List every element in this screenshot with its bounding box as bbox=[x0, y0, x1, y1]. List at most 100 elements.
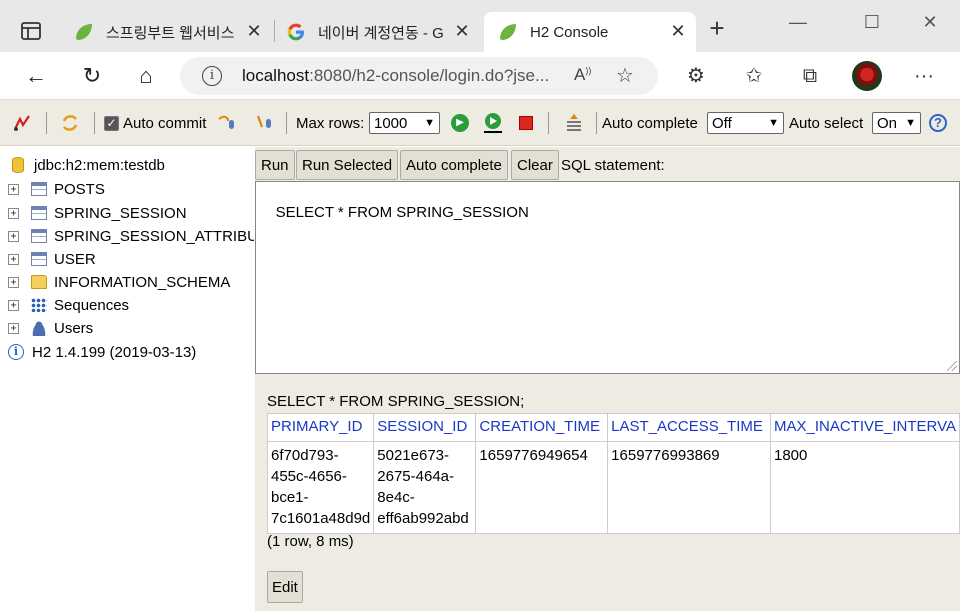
column-header[interactable]: SESSION_ID bbox=[373, 413, 477, 442]
refresh-button[interactable]: ↻ bbox=[76, 60, 108, 92]
table-icon bbox=[31, 182, 47, 196]
history-button[interactable] bbox=[564, 112, 584, 134]
info-icon: i bbox=[8, 344, 24, 360]
tree-item-spring-session-attributes[interactable]: + SPRING_SESSION_ATTRIBU bbox=[8, 226, 254, 246]
folder-icon bbox=[31, 275, 47, 289]
users-icon bbox=[31, 320, 47, 336]
max-rows-select[interactable]: 1000 ▼ bbox=[369, 112, 440, 134]
table-cell: 1659776949654 bbox=[475, 441, 609, 534]
tree-item-user[interactable]: + USER bbox=[8, 249, 96, 269]
column-header[interactable]: MAX_INACTIVE_INTERVA bbox=[769, 413, 960, 442]
max-rows-label: Max rows: bbox=[296, 114, 365, 132]
checkbox-checked-icon: ✓ bbox=[104, 115, 119, 131]
run-selected-icon bbox=[484, 113, 502, 133]
auto-complete-select[interactable]: Off ▼ bbox=[707, 112, 784, 134]
disconnect-icon bbox=[14, 115, 30, 131]
tab-naver-login[interactable]: 네이버 계정연동 - G ✕ bbox=[276, 12, 480, 52]
expand-icon[interactable]: + bbox=[8, 207, 19, 219]
expand-icon[interactable]: + bbox=[8, 183, 19, 195]
run-selected-query-button[interactable]: Run Selected bbox=[296, 150, 399, 180]
schema-tree: jdbc:h2:mem:testdb + POSTS + SPRING_SESS… bbox=[0, 147, 254, 611]
home-button[interactable]: ⌂ bbox=[130, 60, 162, 92]
expand-icon[interactable]: + bbox=[8, 230, 19, 242]
tree-item-sequences[interactable]: + Sequences bbox=[8, 295, 129, 315]
stop-button[interactable] bbox=[519, 112, 533, 134]
auto-select-select[interactable]: On ▼ bbox=[872, 112, 921, 134]
table-cell: 1659776993869 bbox=[607, 441, 771, 534]
commit-button[interactable] bbox=[254, 112, 276, 134]
close-tab-icon[interactable]: ✕ bbox=[244, 22, 264, 42]
url-field[interactable]: i localhost:8080/h2-console/login.do?jse… bbox=[180, 57, 658, 95]
table-row: 6f70d793- 455c-4656- bce1- 7c1601a48d9d … bbox=[266, 441, 960, 534]
auto-complete-button[interactable]: Auto complete bbox=[400, 150, 508, 180]
table-icon bbox=[31, 206, 47, 220]
tab-actions-button[interactable] bbox=[10, 14, 54, 50]
result-table: PRIMARY_ID SESSION_ID CREATION_TIME LAST… bbox=[266, 413, 960, 534]
new-tab-button[interactable]: + bbox=[704, 15, 730, 42]
table-cell: 5021e673- 2675-464a- 8e4c- eff6ab992abd bbox=[373, 441, 477, 534]
result-status: (1 row, 8 ms) bbox=[267, 533, 354, 550]
expand-icon[interactable]: + bbox=[8, 322, 19, 334]
help-icon: ? bbox=[929, 114, 947, 132]
expand-icon[interactable]: + bbox=[8, 276, 19, 288]
browser-tab-strip: 스프링부트 웹서비스 ✕ 네이버 계정연동 - G ✕ H2 Console ✕… bbox=[0, 0, 960, 52]
run-selected-button[interactable] bbox=[482, 112, 504, 134]
back-button[interactable]: ← bbox=[20, 60, 52, 92]
sequences-icon bbox=[31, 298, 47, 312]
column-header[interactable]: LAST_ACCESS_TIME bbox=[607, 413, 771, 442]
spring-leaf-icon bbox=[500, 24, 516, 40]
help-button[interactable]: ? bbox=[929, 112, 947, 134]
disconnect-button[interactable] bbox=[12, 112, 32, 134]
history-icon bbox=[567, 114, 581, 131]
favorites-icon[interactable]: ✩ bbox=[740, 62, 768, 90]
expand-icon[interactable]: + bbox=[8, 253, 19, 265]
close-tab-icon[interactable]: ✕ bbox=[668, 22, 688, 42]
close-window-button[interactable]: ✕ bbox=[910, 12, 950, 40]
clear-button[interactable]: Clear bbox=[511, 150, 559, 180]
maximize-button[interactable]: ☐ bbox=[852, 12, 892, 40]
close-tab-icon[interactable]: ✕ bbox=[452, 22, 472, 42]
column-header[interactable]: CREATION_TIME bbox=[475, 413, 609, 442]
address-bar-row: ← ↻ ⌂ i localhost:8080/h2-console/login.… bbox=[0, 52, 960, 100]
extensions-icon[interactable]: ⚙ bbox=[682, 62, 710, 90]
edit-button[interactable]: Edit bbox=[267, 571, 303, 603]
tree-item-information-schema[interactable]: + INFORMATION_SCHEMA bbox=[8, 272, 230, 292]
run-query-button[interactable]: Run bbox=[255, 150, 295, 180]
tab-h2-console[interactable]: H2 Console ✕ bbox=[484, 12, 696, 52]
read-aloud-icon[interactable]: A)) bbox=[574, 65, 591, 85]
site-info-icon[interactable]: i bbox=[202, 66, 222, 86]
table-cell: 1800 bbox=[769, 441, 960, 534]
sql-statement-label: SQL statement: bbox=[561, 157, 665, 174]
rollback-button[interactable] bbox=[216, 112, 238, 134]
rollback-icon bbox=[218, 115, 234, 129]
query-panel: Run Run Selected Auto complete Clear SQL… bbox=[255, 147, 960, 377]
tab-spring-web[interactable]: 스프링부트 웹서비스 ✕ bbox=[62, 12, 272, 52]
table-icon bbox=[31, 252, 47, 266]
resize-grip-icon[interactable] bbox=[947, 361, 957, 371]
tree-connection[interactable]: jdbc:h2:mem:testdb bbox=[12, 155, 165, 175]
column-header[interactable]: PRIMARY_ID bbox=[266, 413, 375, 442]
collections-icon[interactable]: ⧉ bbox=[796, 62, 824, 90]
sql-editor[interactable]: SELECT * FROM SPRING_SESSION bbox=[255, 181, 960, 374]
tree-version: i H2 1.4.199 (2019-03-13) bbox=[8, 342, 196, 362]
tab-separator bbox=[274, 20, 275, 42]
tree-item-posts[interactable]: + POSTS bbox=[8, 179, 105, 199]
run-icon: ▶ bbox=[451, 114, 469, 132]
database-icon bbox=[12, 157, 24, 173]
auto-commit-checkbox[interactable]: ✓ Auto commit bbox=[104, 112, 206, 134]
tree-item-spring-session[interactable]: + SPRING_SESSION bbox=[8, 203, 187, 223]
tab-actions-icon bbox=[21, 22, 41, 40]
profile-avatar[interactable] bbox=[852, 61, 882, 91]
tree-item-users[interactable]: + Users bbox=[8, 318, 93, 338]
expand-icon[interactable]: + bbox=[8, 299, 19, 311]
table-icon bbox=[31, 229, 47, 243]
chevron-down-icon: ▼ bbox=[768, 117, 779, 129]
table-header-row: PRIMARY_ID SESSION_ID CREATION_TIME LAST… bbox=[266, 413, 960, 442]
add-favorite-icon[interactable]: ☆ bbox=[616, 63, 634, 88]
refresh-tree-button[interactable] bbox=[60, 112, 80, 134]
run-button[interactable]: ▶ bbox=[451, 112, 469, 134]
table-cell: 6f70d793- 455c-4656- bce1- 7c1601a48d9d bbox=[266, 441, 375, 534]
minimize-button[interactable]: — bbox=[778, 12, 818, 40]
more-menu-icon[interactable]: ··· bbox=[910, 62, 938, 90]
stop-icon bbox=[519, 116, 533, 130]
